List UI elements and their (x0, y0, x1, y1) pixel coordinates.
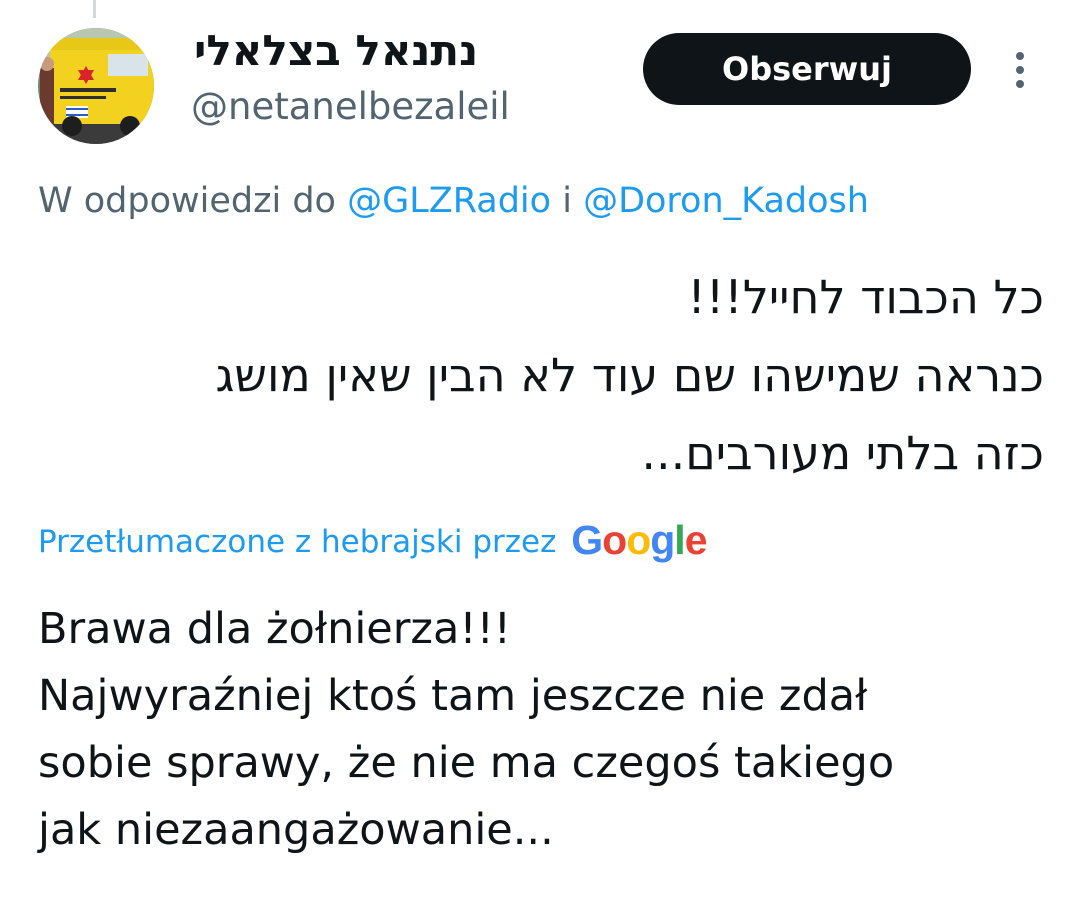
mention-link-glzradio[interactable]: @GLZRadio (347, 181, 551, 221)
avatar-image (38, 28, 154, 144)
translated-text-line: Brawa dla żołnierza!!! (38, 604, 512, 654)
avatar[interactable] (38, 28, 154, 144)
google-logo-letter: g (650, 517, 675, 563)
original-text-line: כל הכבוד לחייל!!! (687, 270, 1044, 324)
translated-text-line: Najwyraźniej ktoś tam jeszcze nie zdał (38, 671, 868, 721)
google-logo-letter: e (684, 517, 708, 563)
original-text-line: כנראה שמישהו שם עוד לא הבין שאין מושג (215, 348, 1044, 402)
author-display-name[interactable]: נתנאל בצלאלי (194, 22, 494, 80)
google-logo: Google (571, 517, 708, 563)
mention-link-doron-kadosh[interactable]: @Doron_Kadosh (583, 181, 869, 221)
google-logo-letter: l (674, 517, 685, 563)
translated-text-line: sobie sprawy, że nie ma czegoś takiego (38, 738, 895, 788)
reply-context: W odpowiedzi do @GLZRadio i @Doron_Kados… (38, 174, 869, 228)
reply-prefix: W odpowiedzi do (38, 181, 336, 221)
original-text-line: כזה בלתי מעורבים... (641, 426, 1044, 480)
more-options-icon[interactable] (1006, 50, 1034, 90)
translation-attribution[interactable]: Przetłumaczone z hebrajski przez Google (38, 512, 708, 564)
tweet-original-text: כל הכבוד לחייל!!! כנראה שמישהו שם עוד לא… (38, 258, 1044, 492)
thread-connector-line (93, 0, 96, 18)
translated-text-line: jak niezaangażowanie... (38, 805, 554, 855)
tweet-translated-text: Brawa dla żołnierza!!! Najwyraźniej ktoś… (38, 596, 1044, 864)
author-handle[interactable]: @netanelbezaleil (191, 80, 510, 134)
google-logo-letter: G (571, 517, 603, 563)
reply-connector: i (562, 181, 572, 221)
translation-note: Przetłumaczone z hebrajski przez (38, 524, 557, 560)
follow-button[interactable]: Obserwuj (643, 33, 971, 105)
google-logo-letter: o (626, 517, 651, 563)
google-logo-letter: o (602, 517, 627, 563)
